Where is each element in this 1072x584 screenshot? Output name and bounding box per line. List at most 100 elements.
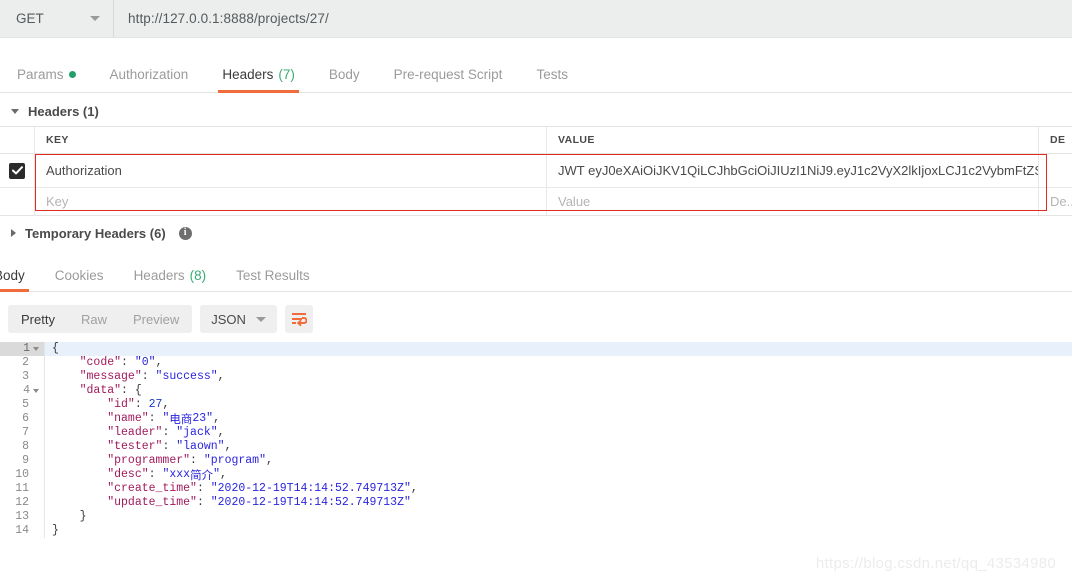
json-token-cjk: 简介 <box>190 468 214 482</box>
request-tab-params[interactable]: Params <box>0 55 93 93</box>
code-line[interactable]: 4 "data": { <box>0 384 1072 398</box>
json-token-key: "create_time" <box>107 482 197 495</box>
new-header-description-input[interactable]: De... <box>1039 188 1072 215</box>
code-line[interactable]: 12 "update_time": "2020-12-19T14:14:52.7… <box>0 496 1072 510</box>
json-token-pun: : <box>196 482 211 495</box>
code-line[interactable]: 11 "create_time": "2020-12-19T14:14:52.7… <box>0 482 1072 496</box>
request-tab-authorization[interactable]: Authorization <box>93 55 206 93</box>
response-tab-label: Headers <box>133 267 185 283</box>
code-line-text: "create_time": "2020-12-19T14:14:52.7497… <box>44 482 1072 496</box>
response-format-select[interactable]: JSON <box>200 305 277 333</box>
new-header-key-placeholder: Key <box>46 194 69 209</box>
line-number: 6 <box>22 412 29 425</box>
temporary-headers-toggle[interactable]: Temporary Headers (6) i <box>0 218 1072 248</box>
line-number: 7 <box>22 426 29 439</box>
response-toolbar: Pretty Raw Preview JSON <box>0 300 1072 338</box>
header-key-input[interactable]: Authorization <box>35 154 547 187</box>
line-number: 3 <box>22 370 29 383</box>
json-token-pun: } <box>52 524 59 537</box>
word-wrap-button[interactable] <box>284 305 313 333</box>
headers-section-toggle[interactable]: Headers (1) <box>0 96 1072 126</box>
line-number-gutter: 2 <box>0 356 44 370</box>
info-icon[interactable]: i <box>178 226 192 240</box>
response-tab-body[interactable]: Body <box>0 258 40 292</box>
new-header-key-input[interactable]: Key <box>35 188 547 215</box>
code-line[interactable]: 6 "name": " 电商 23", <box>0 412 1072 426</box>
chevron-down-icon <box>255 316 266 322</box>
view-mode-preview[interactable]: Preview <box>120 305 192 333</box>
code-line[interactable]: 8 "tester": "laown", <box>0 440 1072 454</box>
code-line[interactable]: 2 "code": "0", <box>0 356 1072 370</box>
request-tab-headers[interactable]: Headers (7) <box>205 55 312 93</box>
request-tab-tests[interactable]: Tests <box>519 55 585 93</box>
code-line[interactable]: 10 "desc": "xxx 简介 ", <box>0 468 1072 482</box>
http-method-select[interactable]: GET <box>0 0 114 37</box>
json-token-key: "update_time" <box>107 496 197 509</box>
table-row-placeholder[interactable]: Key Value De... <box>0 188 1072 215</box>
request-tab-label: Tests <box>536 66 568 82</box>
json-token-pun <box>52 412 107 426</box>
request-url-text: http://127.0.0.1:8888/projects/27/ <box>128 11 329 26</box>
view-mode-pretty[interactable]: Pretty <box>8 305 68 333</box>
json-token-str: " <box>162 412 170 425</box>
code-line[interactable]: 5 "id": 27, <box>0 398 1072 412</box>
json-token-pun <box>52 454 107 468</box>
code-line[interactable]: 14} <box>0 524 1072 538</box>
json-token-pun <box>52 426 107 440</box>
json-token-str: " <box>213 468 220 481</box>
json-token-num: 27 <box>148 398 163 411</box>
json-token-str: "success" <box>155 370 218 383</box>
table-row[interactable]: Authorization JWT eyJ0eXAiOiJKV1QiLCJhbG… <box>0 154 1072 188</box>
code-line-text: "name": " 电商 23", <box>44 412 1072 426</box>
new-header-value-input[interactable]: Value <box>547 188 1039 215</box>
request-tab-label: Pre-request Script <box>393 66 503 82</box>
response-body-editor[interactable]: 1{2 "code": "0", 3 "message": "success", 4… <box>0 342 1072 584</box>
json-token-key: "programmer" <box>107 454 191 467</box>
view-mode-raw[interactable]: Raw <box>68 305 120 333</box>
line-number-gutter: 3 <box>0 370 44 384</box>
line-number-gutter: 12 <box>0 496 44 510</box>
code-line[interactable]: 1{ <box>0 342 1072 356</box>
chevron-down-icon <box>90 16 100 21</box>
request-tab-pre-request-script[interactable]: Pre-request Script <box>377 55 520 93</box>
line-number-gutter: 9 <box>0 454 44 468</box>
header-row-checkbox[interactable] <box>0 154 35 187</box>
request-tab-body[interactable]: Body <box>312 55 377 93</box>
json-token-pun <box>52 482 107 496</box>
placeholder-checkbox-cell <box>0 188 35 215</box>
code-line-text: "message": "success", <box>44 370 1072 384</box>
code-line[interactable]: 13 } <box>0 510 1072 524</box>
fold-toggle-icon[interactable] <box>33 389 39 393</box>
code-line-text: "tester": "laown", <box>44 440 1072 454</box>
code-line[interactable]: 9 "programmer": "program", <box>0 454 1072 468</box>
triangle-down-icon <box>11 108 19 114</box>
header-cell-checkbox-col <box>0 127 35 153</box>
json-token-pun: , <box>219 468 227 481</box>
request-url-input[interactable]: http://127.0.0.1:8888/projects/27/ <box>114 0 1072 37</box>
line-number: 8 <box>22 440 29 453</box>
response-tab-test-results[interactable]: Test Results <box>221 258 325 292</box>
code-line[interactable]: 3 "message": "success", <box>0 370 1072 384</box>
headers-section-title: Headers (1) <box>28 103 99 119</box>
response-tab-headers[interactable]: Headers (8) <box>119 258 222 292</box>
json-token-key: "tester" <box>107 440 163 453</box>
response-tab-label: Test Results <box>236 267 310 283</box>
header-value-input[interactable]: JWT eyJ0eXAiOiJKV1QiLCJhbGciOiJIUzI1NiJ9… <box>547 154 1039 187</box>
json-token-pun <box>52 496 107 510</box>
header-description-input[interactable] <box>1039 154 1072 187</box>
request-tab-bar: Params Authorization Headers (7) Body Pre-req… <box>0 55 1072 93</box>
json-token-pun: , <box>162 398 170 411</box>
json-token-key: "id" <box>107 398 135 411</box>
response-tab-cookies[interactable]: Cookies <box>40 258 119 292</box>
code-line[interactable]: 7 "leader": "jack", <box>0 426 1072 440</box>
json-token-str: 23" <box>192 412 214 425</box>
json-token-pun: , <box>410 482 418 495</box>
response-tab-label: Body <box>0 267 25 283</box>
headers-table-header-row: KEY VALUE DE <box>0 127 1072 154</box>
fold-toggle-icon[interactable] <box>33 347 39 351</box>
request-tab-label: Params <box>17 66 64 82</box>
